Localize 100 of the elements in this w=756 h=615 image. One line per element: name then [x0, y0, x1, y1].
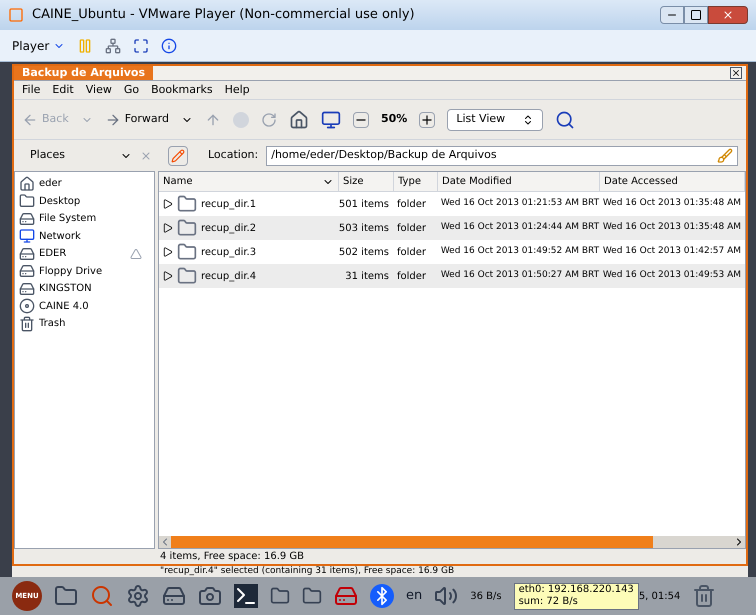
table-cell-text: Wed 16 Oct 2013 01:21:53 AM BRT: [440, 197, 599, 210]
sidebar-item[interactable]: Floppy Drive: [39, 264, 150, 279]
home-icon: [19, 176, 35, 192]
reload-icon[interactable]: [260, 112, 277, 128]
table-cell-text: Wed 16 Oct 2013 01:24:44 AM BRT: [440, 221, 599, 234]
location-field[interactable]: /home/eder/Desktop/Backup de Arquivos: [266, 146, 738, 166]
menu-item[interactable]: Bookmarks: [151, 82, 213, 98]
table-cell-text: recup_dir.3: [201, 246, 256, 260]
table-cell-text: Wed 16 Oct 2013 01:35:48 AM: [602, 197, 742, 210]
maximize-icon: [690, 9, 702, 21]
column-header[interactable]: Date Modified: [438, 172, 600, 191]
sidebar-item[interactable]: KINGSTON: [39, 281, 150, 296]
zoom-level: 50%: [380, 111, 408, 128]
sidebar-item[interactable]: Desktop: [39, 194, 150, 209]
close-icon[interactable]: [730, 67, 742, 79]
tooltip-text: eth0: 192.168.220.143: [518, 584, 634, 596]
expander-icon[interactable]: [163, 247, 173, 257]
monitor-icon: [19, 228, 35, 244]
sidebar-item[interactable]: File System: [39, 211, 150, 226]
trash-icon: [19, 316, 35, 332]
trash-icon[interactable]: [692, 584, 716, 608]
bluetooth-icon[interactable]: [370, 584, 394, 608]
drive-icon: [19, 280, 35, 297]
network-icon[interactable]: [105, 38, 122, 54]
folder-icon: [177, 194, 197, 214]
drive-icon: [19, 210, 35, 227]
inner-window-title: Backup de Arquivos: [14, 66, 154, 80]
expander-icon[interactable]: [163, 199, 173, 209]
sidebar-item[interactable]: EDER: [39, 246, 126, 262]
home-icon[interactable]: [288, 110, 309, 130]
table-cell-text: recup_dir.4: [201, 270, 256, 284]
player-menu[interactable]: Player: [12, 36, 66, 54]
column-header[interactable]: Name: [159, 172, 339, 191]
table-cell-text: Wed 16 Oct 2013 01:50:27 AM BRT: [440, 269, 599, 282]
info-icon[interactable]: [161, 38, 178, 54]
network-speed: 36 B/s: [470, 590, 502, 604]
places-dropdown[interactable]: Places: [22, 147, 132, 164]
table-cell-text: Wed 16 Oct 2013 01:49:52 AM BRT: [440, 245, 599, 258]
table-cell-text: recup_dir.2: [201, 222, 256, 236]
table-cell-text: folder: [396, 222, 428, 236]
drive-icon[interactable]: [334, 584, 358, 608]
horizontal-scrollbar[interactable]: [159, 536, 745, 548]
location-label: Location:: [208, 147, 258, 164]
folder-icon: [19, 193, 35, 210]
table-cell-text: 31 items: [344, 270, 390, 284]
table-cell-text: recup_dir.1: [201, 198, 256, 212]
close-button[interactable]: [708, 6, 748, 24]
table-cell-text: folder: [396, 246, 428, 260]
window-title: CAINE_Ubuntu - VMware Player (Non-commercial use only): [32, 6, 416, 24]
table-cell-text: 502 items: [338, 246, 390, 260]
table-cell-text: Wed 16 Oct 2013 01:42:57 AM: [602, 245, 742, 258]
drive-icon: [19, 263, 35, 280]
volume-icon[interactable]: [434, 584, 458, 608]
menu-item[interactable]: Help: [224, 82, 250, 98]
language-indicator[interactable]: en: [406, 586, 422, 606]
status-text: 4 items, Free space: 16.9 GB: [160, 550, 304, 564]
fullscreen-icon[interactable]: [133, 38, 150, 54]
disc-icon: [19, 298, 35, 314]
column-header[interactable]: Type: [394, 172, 438, 191]
clock: 5, 01:54: [638, 590, 680, 604]
column-header[interactable]: Size: [339, 172, 394, 191]
menu-item[interactable]: File: [22, 82, 40, 98]
up-icon[interactable]: [204, 112, 221, 128]
computer-icon[interactable]: [320, 110, 341, 130]
sidebar-item[interactable]: Network: [39, 228, 150, 244]
column-header[interactable]: Date Accessed: [600, 172, 745, 191]
forward-button[interactable]: Forward: [104, 111, 169, 128]
sidebar-item[interactable]: Trash: [39, 316, 150, 332]
drive-icon: [19, 246, 35, 262]
close-icon: [722, 9, 734, 21]
view-dropdown[interactable]: List View: [447, 108, 544, 130]
table-cell-text: folder: [396, 198, 428, 212]
table-row[interactable]: recup_dir.4 31 items folder Wed 16 Oct 2013 01:50:27 AM BRT Wed 16 Oct 2013 01:49:53 AM: [159, 264, 745, 288]
expander-icon[interactable]: [163, 271, 173, 281]
folder-icon[interactable]: [302, 586, 322, 606]
table-row[interactable]: recup_dir.2 503 items folder Wed 16 Oct 2013 01:24:44 AM BRT Wed 16 Oct 2013 01:35:48 AM: [159, 216, 745, 240]
app-icon: [8, 7, 24, 23]
search-icon[interactable]: [555, 110, 576, 130]
expander-icon[interactable]: [163, 223, 173, 233]
zoom-in-icon[interactable]: [419, 112, 436, 128]
menu-item[interactable]: Edit: [52, 82, 74, 98]
maximize-button[interactable]: [684, 6, 708, 24]
zoom-out-icon[interactable]: [352, 112, 369, 128]
folder-icon: [177, 242, 197, 262]
menu-item[interactable]: Go: [124, 82, 140, 98]
sidebar-item[interactable]: CAINE 4.0: [39, 298, 150, 314]
folder-icon[interactable]: [270, 586, 290, 606]
status-text: "recup_dir.4" selected (containing 31 items), Free space: 16.9 GB: [160, 567, 454, 576]
sidebar-item[interactable]: eder: [39, 176, 150, 192]
table-cell-text: 503 items: [338, 222, 390, 236]
terminal-icon[interactable]: [234, 584, 258, 608]
table-cell-text: Wed 16 Oct 2013 01:35:48 AM: [602, 221, 742, 234]
menu-item[interactable]: View: [86, 82, 112, 98]
folder-icon[interactable]: [54, 584, 78, 608]
folder-icon: [177, 218, 197, 238]
settings-icon[interactable]: [126, 584, 150, 608]
camera-icon[interactable]: [198, 584, 222, 608]
table-cell-text: Wed 16 Oct 2013 01:49:53 AM: [602, 269, 742, 282]
table-cell-text: folder: [396, 270, 428, 284]
tooltip-text: sum: 72 B/s: [518, 596, 579, 608]
